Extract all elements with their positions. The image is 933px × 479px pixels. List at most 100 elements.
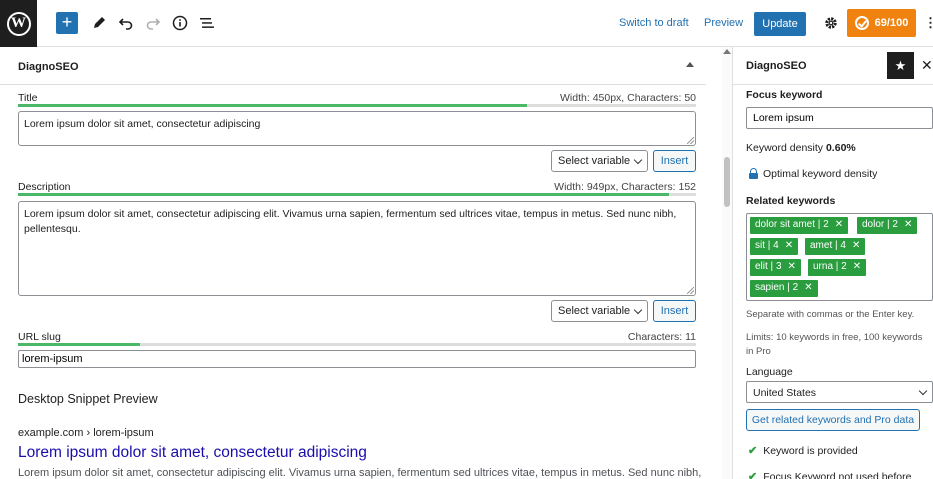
editor-toolbar: W + Switch to draft Preview Update 69/10… — [0, 0, 933, 47]
title-field[interactable]: Lorem ipsum dolor sit amet, consectetur … — [18, 111, 696, 146]
keyword-chip[interactable]: sit | 4 ✕ — [750, 238, 799, 255]
description-progress-bar — [18, 193, 696, 196]
url-slug-label: URL slug — [18, 331, 61, 343]
wordpress-icon: W — [6, 11, 31, 36]
remove-chip-icon[interactable]: ✕ — [785, 240, 793, 251]
redo-icon[interactable] — [143, 13, 163, 33]
list-view-icon[interactable] — [197, 13, 217, 33]
info-icon[interactable] — [170, 13, 190, 33]
remove-chip-icon[interactable]: ✕ — [904, 219, 912, 230]
snippet-preview-heading: Desktop Snippet Preview — [18, 392, 158, 406]
keyword-chip[interactable]: sapien | 2 ✕ — [750, 280, 818, 297]
checkmark-icon: ✔ — [748, 445, 758, 457]
lock-icon — [749, 168, 758, 179]
limits-line-1: Limits: 10 keywords in free, 100 keyword… — [746, 332, 923, 343]
get-related-keywords-button[interactable]: Get related keywords and Pro data — [746, 409, 920, 431]
wordpress-logo[interactable]: W — [0, 0, 37, 47]
chevron-down-icon — [918, 386, 928, 396]
title-insert-button[interactable]: Insert — [653, 150, 696, 172]
resize-handle-icon[interactable] — [687, 137, 694, 144]
language-value: United States — [753, 387, 817, 399]
title-value: Lorem ipsum dolor sit amet, consectetur … — [24, 118, 261, 130]
remove-chip-icon[interactable]: ✕ — [788, 261, 796, 272]
related-keywords-box[interactable]: dolor sit amet | 2 ✕ dolor | 2 ✕ sit | 4 ✕ … — [746, 213, 933, 301]
sidebar-header: DiagnoSEO ★ ✕ — [733, 47, 933, 85]
focus-keyword-label: Focus keyword — [746, 89, 823, 101]
remove-chip-icon[interactable]: ✕ — [852, 240, 860, 251]
seo-panel: DiagnoSEO Title Width: 450px, Characters… — [0, 47, 722, 479]
description-select-variable[interactable]: Select variable — [551, 300, 648, 322]
scrollbar-thumb[interactable] — [724, 157, 730, 207]
separate-hint: Separate with commas or the Enter key. — [746, 309, 915, 320]
switch-to-draft-link[interactable]: Switch to draft — [619, 17, 689, 29]
seo-score-button[interactable]: 69/100 — [847, 9, 916, 37]
title-label: Title — [18, 92, 38, 104]
main-scrollbar[interactable] — [722, 47, 732, 479]
remove-chip-icon[interactable]: ✕ — [804, 282, 812, 293]
url-slug-progress-fill — [18, 343, 141, 346]
url-slug-input[interactable] — [18, 350, 696, 368]
optimal-density-text: Optimal keyword density — [763, 168, 878, 180]
chevron-down-icon — [633, 155, 643, 165]
more-options-icon[interactable]: ⋮ — [924, 15, 933, 31]
add-block-button[interactable]: + — [56, 12, 78, 34]
update-button[interactable]: Update — [754, 12, 806, 36]
title-progress-bar — [18, 104, 696, 107]
collapse-arrow-icon[interactable] — [686, 62, 694, 67]
url-slug-meta: Characters: 11 — [627, 331, 696, 343]
keyword-chip[interactable]: dolor | 2 ✕ — [857, 217, 918, 234]
chip-label: sapien | 2 — [755, 282, 799, 293]
check-item: ✔ Keyword is provided — [748, 444, 858, 458]
panel-title: DiagnoSEO — [18, 61, 79, 73]
check-circle-icon — [854, 16, 869, 30]
keyword-density-label: Keyword density — [746, 142, 824, 154]
chevron-down-icon — [633, 305, 643, 315]
chip-label: amet | 4 — [810, 240, 846, 251]
star-icon[interactable]: ★ — [887, 52, 914, 79]
focus-keyword-input[interactable] — [746, 107, 933, 129]
description-field[interactable]: Lorem ipsum dolor sit amet, consectetur … — [18, 201, 696, 296]
check-item: ✔ Focus Keyword not used before — [748, 470, 911, 479]
keyword-chip[interactable]: urna | 2 ✕ — [808, 259, 867, 276]
scroll-up-arrow-icon[interactable] — [723, 49, 731, 54]
pencil-icon[interactable] — [89, 13, 109, 33]
title-meta: Width: 450px, Characters: 50 — [560, 92, 696, 104]
chip-label: urna | 2 — [813, 261, 847, 272]
remove-chip-icon[interactable]: ✕ — [835, 219, 843, 230]
snippet-url: example.com › lorem-ipsum — [18, 427, 154, 439]
select-variable-label: Select variable — [558, 305, 631, 317]
limits-line-2: in Pro — [746, 346, 771, 357]
close-icon[interactable]: ✕ — [921, 57, 933, 74]
chip-label: dolor | 2 — [862, 219, 898, 230]
check-item-label: Focus Keyword not used before — [763, 470, 912, 479]
chip-label: elit | 3 — [755, 261, 782, 272]
url-slug-progress-bar — [18, 343, 696, 346]
seo-sidebar: DiagnoSEO ★ ✕ Focus keyword Keyword dens… — [732, 47, 933, 479]
keyword-chip[interactable]: dolor sit amet | 2 ✕ — [750, 217, 849, 234]
description-insert-button[interactable]: Insert — [653, 300, 696, 322]
settings-gear-icon[interactable] — [821, 13, 841, 33]
sidebar-title: DiagnoSEO — [746, 60, 807, 72]
chip-label: dolor sit amet | 2 — [755, 219, 829, 230]
preview-link[interactable]: Preview — [704, 17, 743, 29]
title-progress-fill — [18, 104, 527, 107]
keyword-density-value: 0.60% — [825, 142, 856, 154]
keyword-chip[interactable]: amet | 4 ✕ — [805, 238, 866, 255]
description-meta: Width: 949px, Characters: 152 — [554, 181, 696, 193]
language-label: Language — [746, 366, 793, 378]
undo-icon[interactable] — [116, 13, 136, 33]
related-keywords-label: Related keywords — [746, 195, 836, 207]
snippet-title: Lorem ipsum dolor sit amet, consectetur … — [18, 444, 367, 461]
checkmark-icon: ✔ — [748, 471, 758, 479]
keyword-chip[interactable]: elit | 3 ✕ — [750, 259, 801, 276]
description-progress-fill — [18, 193, 669, 196]
keyword-density: Keyword density 0.60% — [746, 142, 856, 154]
title-select-variable[interactable]: Select variable — [551, 150, 648, 172]
chip-label: sit | 4 — [755, 240, 779, 251]
panel-header[interactable]: DiagnoSEO — [0, 47, 706, 85]
remove-chip-icon[interactable]: ✕ — [853, 261, 861, 272]
language-select[interactable]: United States — [746, 381, 933, 403]
resize-handle-icon[interactable] — [687, 287, 694, 294]
snippet-description: Lorem ipsum dolor sit amet, consectetur … — [18, 467, 702, 479]
seo-score-value: 69/100 — [874, 17, 909, 29]
